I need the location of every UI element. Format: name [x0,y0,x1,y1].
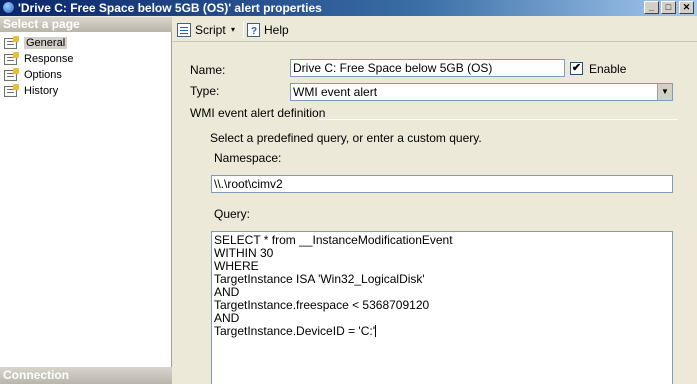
maximize-button[interactable]: □ [661,1,676,14]
text-cursor [375,325,376,337]
type-select[interactable]: WMI event alert ▼ [290,83,673,101]
instructions-text: Select a predefined query, or enter a cu… [210,131,482,145]
query-line: TargetInstance.DeviceID = 'C:' [214,324,375,338]
query-line: TargetInstance ISA 'Win32_LogicalDisk' [214,272,425,286]
sidebar-item-label: Response [24,53,74,65]
section-divider [318,119,678,120]
section-title: WMI event alert definition [190,106,326,120]
sidebar-item-general[interactable]: General [0,36,172,51]
script-dropdown-arrow-icon[interactable]: ▾ [231,21,235,39]
namespace-field[interactable]: \\.\root\cimv2 [211,175,673,193]
enable-label: Enable [589,62,627,76]
name-label: Name: [190,63,226,77]
type-select-value: WMI event alert [293,85,378,99]
query-line-last: TargetInstance.DeviceID = 'C:' [214,325,670,338]
title-bar: 'Drive C: Free Space below 5GB (OS)' ale… [0,0,697,16]
help-button[interactable]: Help [247,21,289,41]
sidebar-item-options[interactable]: Options [0,68,172,83]
type-label: Type: [190,84,220,98]
namespace-label: Namespace: [214,151,282,165]
help-label: Help [264,23,289,37]
script-label: Script [195,23,226,37]
chevron-down-icon[interactable]: ▼ [657,84,672,100]
script-icon [177,23,191,37]
sidebar-item-label: History [24,85,59,97]
toolbar: Script ▾ Help [173,17,697,42]
sidebar-item-label: Options [24,69,62,81]
name-field[interactable]: Drive C: Free Space below 5GB (OS) [290,59,565,77]
sidebar-item-response[interactable]: Response [0,52,172,67]
query-label: Query: [214,207,251,221]
select-page-header: Select a page [0,17,172,32]
query-line: TargetInstance.freespace < 5368709120 [214,298,430,312]
page-icon [4,84,19,97]
query-textarea[interactable]: SELECT * from __InstanceModificationEven… [211,231,673,384]
toolbar-separator [243,22,244,38]
page-icon [4,68,19,81]
minimize-button[interactable]: _ [644,1,659,14]
page-icon [4,36,19,49]
script-button[interactable]: Script [177,21,226,39]
query-line: WITHIN 30 [214,246,274,260]
close-button[interactable]: ✕ [679,1,694,14]
connection-header: Connection [0,367,172,384]
enable-checkbox[interactable]: ✔ [570,62,583,75]
query-line: SELECT * from __InstanceModificationEven… [214,233,453,247]
sidebar-item-label: General [24,37,68,49]
page-icon [4,52,19,65]
window-title: 'Drive C: Free Space below 5GB (OS)' ale… [18,1,322,15]
main-panel: Script ▾ Help Name: Drive C: Free Space … [173,17,697,384]
help-icon [247,23,260,41]
page-selector-panel: Select a page General Response Options H… [0,17,172,384]
sidebar-item-history[interactable]: History [0,84,172,99]
window-icon [2,1,15,14]
